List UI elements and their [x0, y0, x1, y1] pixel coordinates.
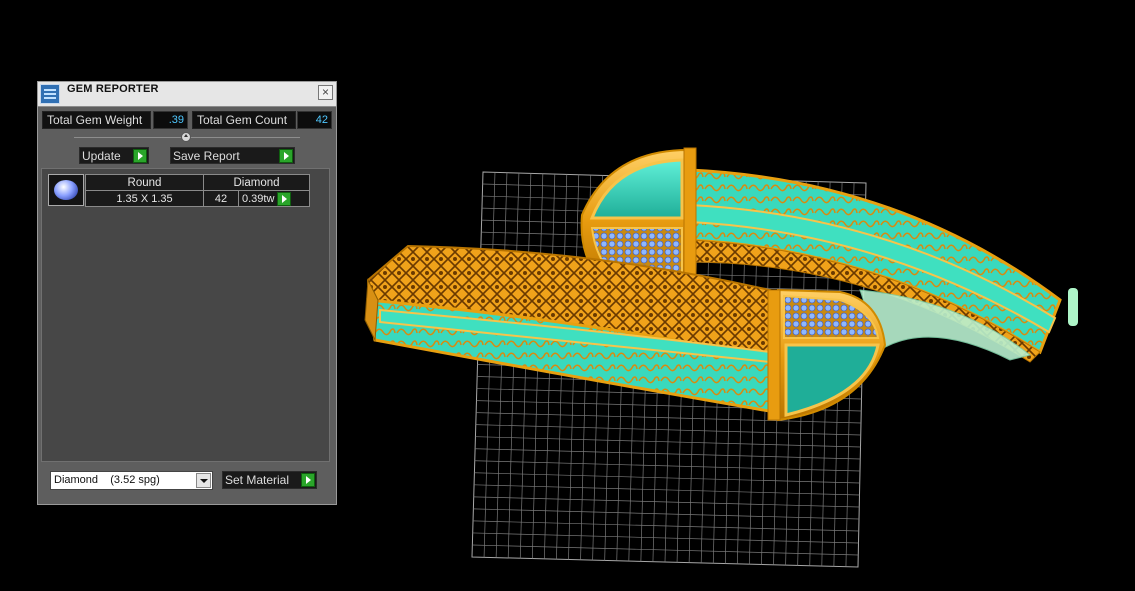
set-material-button-label: Set Material	[225, 473, 290, 487]
chevron-down-icon[interactable]	[196, 473, 211, 488]
material-select[interactable]: Diamond (3.52 spg)	[50, 471, 213, 490]
gem-weight-cell: 0.39tw	[238, 190, 310, 207]
table-row: Round Diamond	[85, 174, 310, 191]
gem-count-cell: 42	[203, 190, 239, 207]
update-button[interactable]: Update	[79, 147, 149, 164]
update-button-label: Update	[82, 149, 121, 163]
gem-size-cell: 1.35 X 1.35	[85, 190, 204, 207]
gem-list[interactable]: Round Diamond 1.35 X 1.35 42 0.39tw	[41, 168, 330, 462]
round-diamond-icon	[48, 174, 84, 206]
panel-title: GEM REPORTER	[67, 83, 159, 95]
play-arrow-icon	[133, 149, 147, 163]
save-report-button[interactable]: Save Report	[170, 147, 295, 164]
gem-reporter-panel: GEM REPORTER × Total Gem Weight .39 Tota…	[37, 81, 337, 505]
gem-material-cell: Diamond	[203, 174, 310, 191]
total-gem-count-label: Total Gem Count	[192, 111, 296, 129]
total-gem-weight-label: Total Gem Weight	[42, 111, 151, 129]
close-button[interactable]: ×	[318, 85, 333, 100]
total-gem-weight-value: .39	[153, 111, 188, 129]
panel-titlebar[interactable]: GEM REPORTER ×	[38, 82, 336, 107]
gem-reporter-icon	[40, 84, 60, 104]
slider-handle[interactable]	[181, 132, 191, 142]
set-material-button[interactable]: Set Material	[222, 471, 317, 489]
gem-shape-cell: Round	[85, 174, 204, 191]
total-gem-count-value: 42	[297, 111, 332, 129]
save-report-button-label: Save Report	[173, 149, 240, 163]
play-arrow-icon	[301, 473, 315, 487]
play-arrow-icon	[279, 149, 293, 163]
bangle-model[interactable]	[364, 147, 1078, 422]
row-play-arrow-icon[interactable]	[277, 191, 292, 206]
gem-table: Round Diamond 1.35 X 1.35 42 0.39tw	[85, 174, 310, 207]
material-select-value: Diamond (3.52 spg)	[54, 474, 160, 486]
gem-weight-value: 0.39tw	[242, 192, 275, 205]
table-row[interactable]: 1.35 X 1.35 42 0.39tw	[85, 190, 310, 207]
